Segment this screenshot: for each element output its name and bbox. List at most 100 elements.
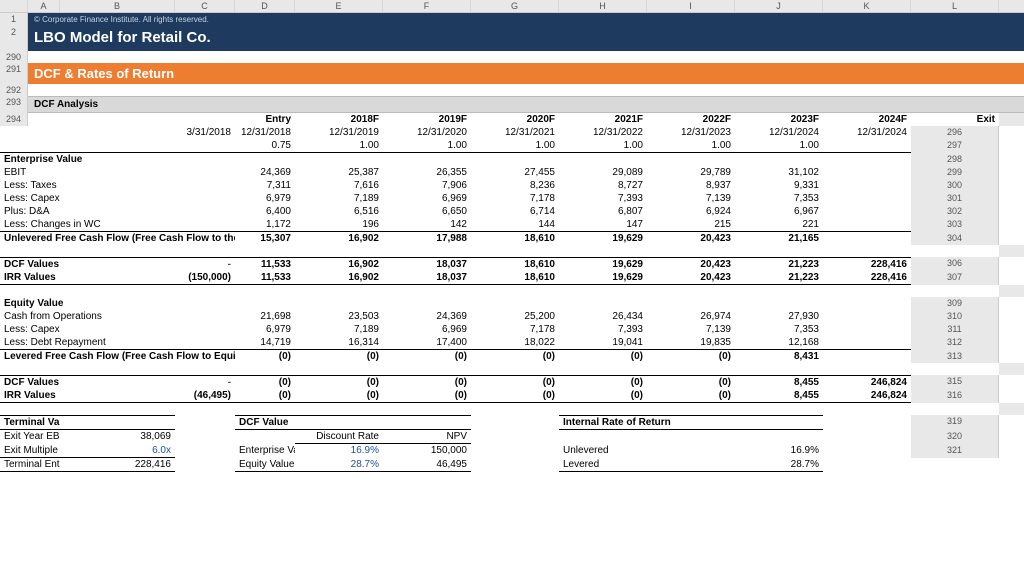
- cell-value[interactable]: 7,178: [471, 323, 559, 336]
- cell-value[interactable]: 6,967: [735, 205, 823, 218]
- cell-value[interactable]: 27,930: [735, 310, 823, 323]
- cell-value[interactable]: 228,416: [823, 257, 911, 271]
- cell-value[interactable]: 8,455: [735, 375, 823, 389]
- row-header[interactable]: 292: [0, 84, 28, 96]
- row-header[interactable]: 1: [0, 13, 28, 26]
- row-header[interactable]: 294: [0, 113, 28, 126]
- cell-value[interactable]: 15,307: [235, 232, 295, 245]
- cell-value[interactable]: 7,393: [559, 192, 647, 205]
- row-header[interactable]: 297: [911, 139, 999, 153]
- cell-value[interactable]: 8,727: [559, 179, 647, 192]
- cell-value[interactable]: [175, 310, 235, 323]
- cell-value[interactable]: 20,423: [647, 271, 735, 285]
- cell-value[interactable]: (0): [647, 350, 735, 363]
- cell-value[interactable]: 17,988: [383, 232, 471, 245]
- cell-value[interactable]: 7,906: [383, 179, 471, 192]
- cell-value[interactable]: 21,698: [235, 310, 295, 323]
- cell-value[interactable]: 24,369: [235, 166, 295, 179]
- grid-body[interactable]: 1 © Corporate Finance Institute. All rig…: [0, 13, 1024, 472]
- cell-value[interactable]: 8,455: [735, 389, 823, 403]
- cell-value[interactable]: 7,393: [559, 323, 647, 336]
- cell-value[interactable]: (0): [235, 375, 295, 389]
- cell-value[interactable]: (0): [295, 375, 383, 389]
- cell-value[interactable]: 9,331: [735, 179, 823, 192]
- cell-value[interactable]: (0): [559, 350, 647, 363]
- cell-value[interactable]: (150,000): [175, 271, 235, 285]
- cell-value[interactable]: (0): [383, 389, 471, 403]
- cell-value[interactable]: 18,610: [471, 232, 559, 245]
- row-header[interactable]: 291: [0, 63, 28, 84]
- cell-value[interactable]: 19,629: [559, 232, 647, 245]
- cell-value[interactable]: [823, 323, 911, 336]
- cell-value[interactable]: (0): [235, 389, 295, 403]
- cell-value[interactable]: 31,102: [735, 166, 823, 179]
- col-A[interactable]: A: [28, 0, 60, 12]
- cell-value[interactable]: 19,041: [559, 336, 647, 350]
- cell-value[interactable]: 147: [559, 218, 647, 232]
- cell-value[interactable]: 16.9%: [295, 444, 383, 458]
- cell-value[interactable]: (0): [559, 375, 647, 389]
- row-header[interactable]: 308: [999, 285, 1024, 297]
- cell-value[interactable]: 246,824: [823, 375, 911, 389]
- cell-value[interactable]: 6,979: [235, 323, 295, 336]
- cell-value[interactable]: 7,189: [295, 192, 383, 205]
- cell-value[interactable]: [823, 310, 911, 323]
- cell-value[interactable]: (0): [383, 375, 471, 389]
- col-E[interactable]: E: [295, 0, 383, 12]
- cell-value[interactable]: (0): [471, 375, 559, 389]
- cell-value[interactable]: [175, 166, 235, 179]
- cell-value[interactable]: 20,423: [647, 232, 735, 245]
- row-header[interactable]: 321: [911, 444, 999, 458]
- row-header[interactable]: 301: [911, 192, 999, 205]
- cell-value[interactable]: 25,200: [471, 310, 559, 323]
- cell-value[interactable]: (0): [647, 375, 735, 389]
- cell-value[interactable]: 27,455: [471, 166, 559, 179]
- row-header[interactable]: 295: [999, 113, 1024, 126]
- cell-value[interactable]: 8,236: [471, 179, 559, 192]
- cell-value[interactable]: 21,223: [735, 271, 823, 285]
- col-H[interactable]: H: [559, 0, 647, 12]
- cell-value[interactable]: [823, 179, 911, 192]
- cell-value[interactable]: 6,807: [559, 205, 647, 218]
- col-G[interactable]: G: [471, 0, 559, 12]
- row-header[interactable]: 302: [911, 205, 999, 218]
- cell-value[interactable]: 46,495: [383, 458, 471, 472]
- cell-value[interactable]: [823, 205, 911, 218]
- cell-value[interactable]: 23,503: [295, 310, 383, 323]
- cell-value[interactable]: 11,533: [235, 257, 295, 271]
- col-L[interactable]: L: [911, 0, 999, 12]
- cell-value[interactable]: 246,824: [823, 389, 911, 403]
- cell-value[interactable]: 18,022: [471, 336, 559, 350]
- cell-value[interactable]: 6,979: [235, 192, 295, 205]
- row-header[interactable]: 310: [911, 310, 999, 323]
- cell-value[interactable]: [823, 166, 911, 179]
- cell-value[interactable]: 6,969: [383, 192, 471, 205]
- cell-value[interactable]: 7,311: [235, 179, 295, 192]
- col-M[interactable]: M: [999, 0, 1024, 12]
- col-B[interactable]: B: [60, 0, 175, 12]
- cell-value[interactable]: 12,168: [735, 336, 823, 350]
- cell-value[interactable]: (0): [471, 389, 559, 403]
- cell-value[interactable]: 11,533: [235, 271, 295, 285]
- cell-value[interactable]: [823, 232, 911, 245]
- cell-value[interactable]: 6,516: [295, 205, 383, 218]
- cell-value[interactable]: 16,314: [295, 336, 383, 350]
- cell-value[interactable]: [823, 350, 911, 363]
- cell-value[interactable]: 25,387: [295, 166, 383, 179]
- cell-value[interactable]: 6,400: [235, 205, 295, 218]
- cell-value[interactable]: 38,069: [60, 430, 175, 444]
- cell-value[interactable]: (0): [383, 350, 471, 363]
- cell-value[interactable]: (0): [471, 350, 559, 363]
- row-header[interactable]: 300: [911, 179, 999, 192]
- cell-value[interactable]: 7,178: [471, 192, 559, 205]
- cell-value[interactable]: (46,495): [175, 389, 235, 403]
- cell-value[interactable]: 17,400: [383, 336, 471, 350]
- cell-value[interactable]: (0): [295, 350, 383, 363]
- row-header[interactable]: 309: [911, 297, 999, 310]
- row-header[interactable]: 296: [911, 126, 999, 139]
- cell-value[interactable]: 21,165: [735, 232, 823, 245]
- col-C[interactable]: C: [175, 0, 235, 12]
- row-header[interactable]: 311: [911, 323, 999, 336]
- cell-value[interactable]: 18,037: [383, 271, 471, 285]
- row-header[interactable]: 304: [911, 232, 999, 245]
